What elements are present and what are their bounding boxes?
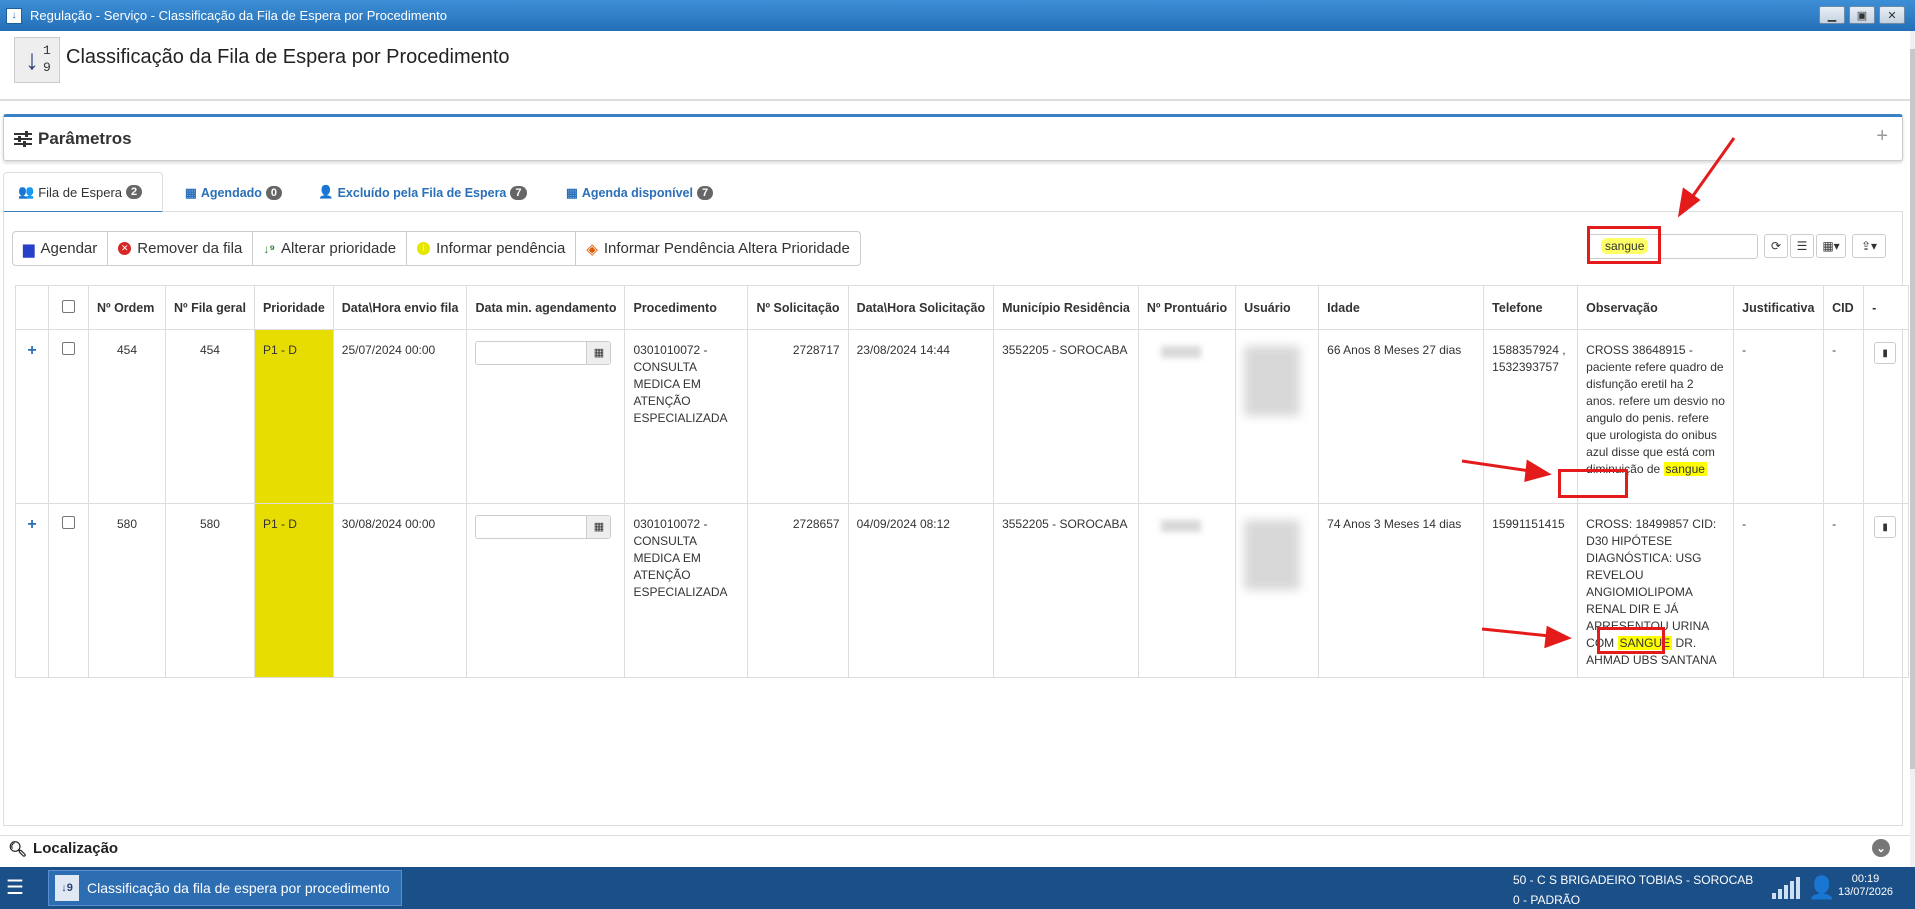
signal-icon [1772, 877, 1800, 899]
profile-label: 0 - PADRÃO [1513, 893, 1581, 907]
clock-date: 13/07/2026 [1838, 886, 1894, 898]
taskbar: ☰ ↓9 Classificação da fila de espera por… [0, 867, 1915, 909]
arrow-search [1688, 137, 1736, 201]
arrow-row1-head [1524, 459, 1552, 483]
hamburger-menu-icon[interactable]: ☰ [6, 878, 28, 898]
arrow-row1 [1461, 459, 1531, 473]
annotation-arrows [1461, 137, 1736, 649]
taskbar-item-classificacao[interactable]: ↓9 Classificação da fila de espera por p… [48, 870, 402, 906]
vertical-scrollbar[interactable] [1910, 31, 1915, 867]
sort-numeric-icon: ↓9 [55, 875, 79, 901]
localizacao-label: Localização [33, 840, 119, 857]
chevron-down-icon[interactable]: ⌄ [1872, 839, 1890, 857]
arrow-row2 [1481, 627, 1551, 638]
clock-time: 00:19 [1851, 873, 1880, 885]
scrollbar-thumb[interactable] [1910, 49, 1915, 769]
arrow-row2-head [1544, 625, 1572, 649]
clock: 00:19 13/07/2026 [1838, 873, 1893, 899]
search-icon: 🔍︎ [8, 840, 28, 858]
user-icon[interactable]: 👤 [1808, 875, 1835, 901]
localizacao-bar[interactable]: 🔍︎ Localização ⌄ [0, 835, 1910, 861]
taskbar-item-label: Classificação da fila de espera por proc… [87, 880, 390, 896]
unit-label: 50 - C S BRIGADEIRO TOBIAS - SOROCAB [1513, 873, 1754, 887]
